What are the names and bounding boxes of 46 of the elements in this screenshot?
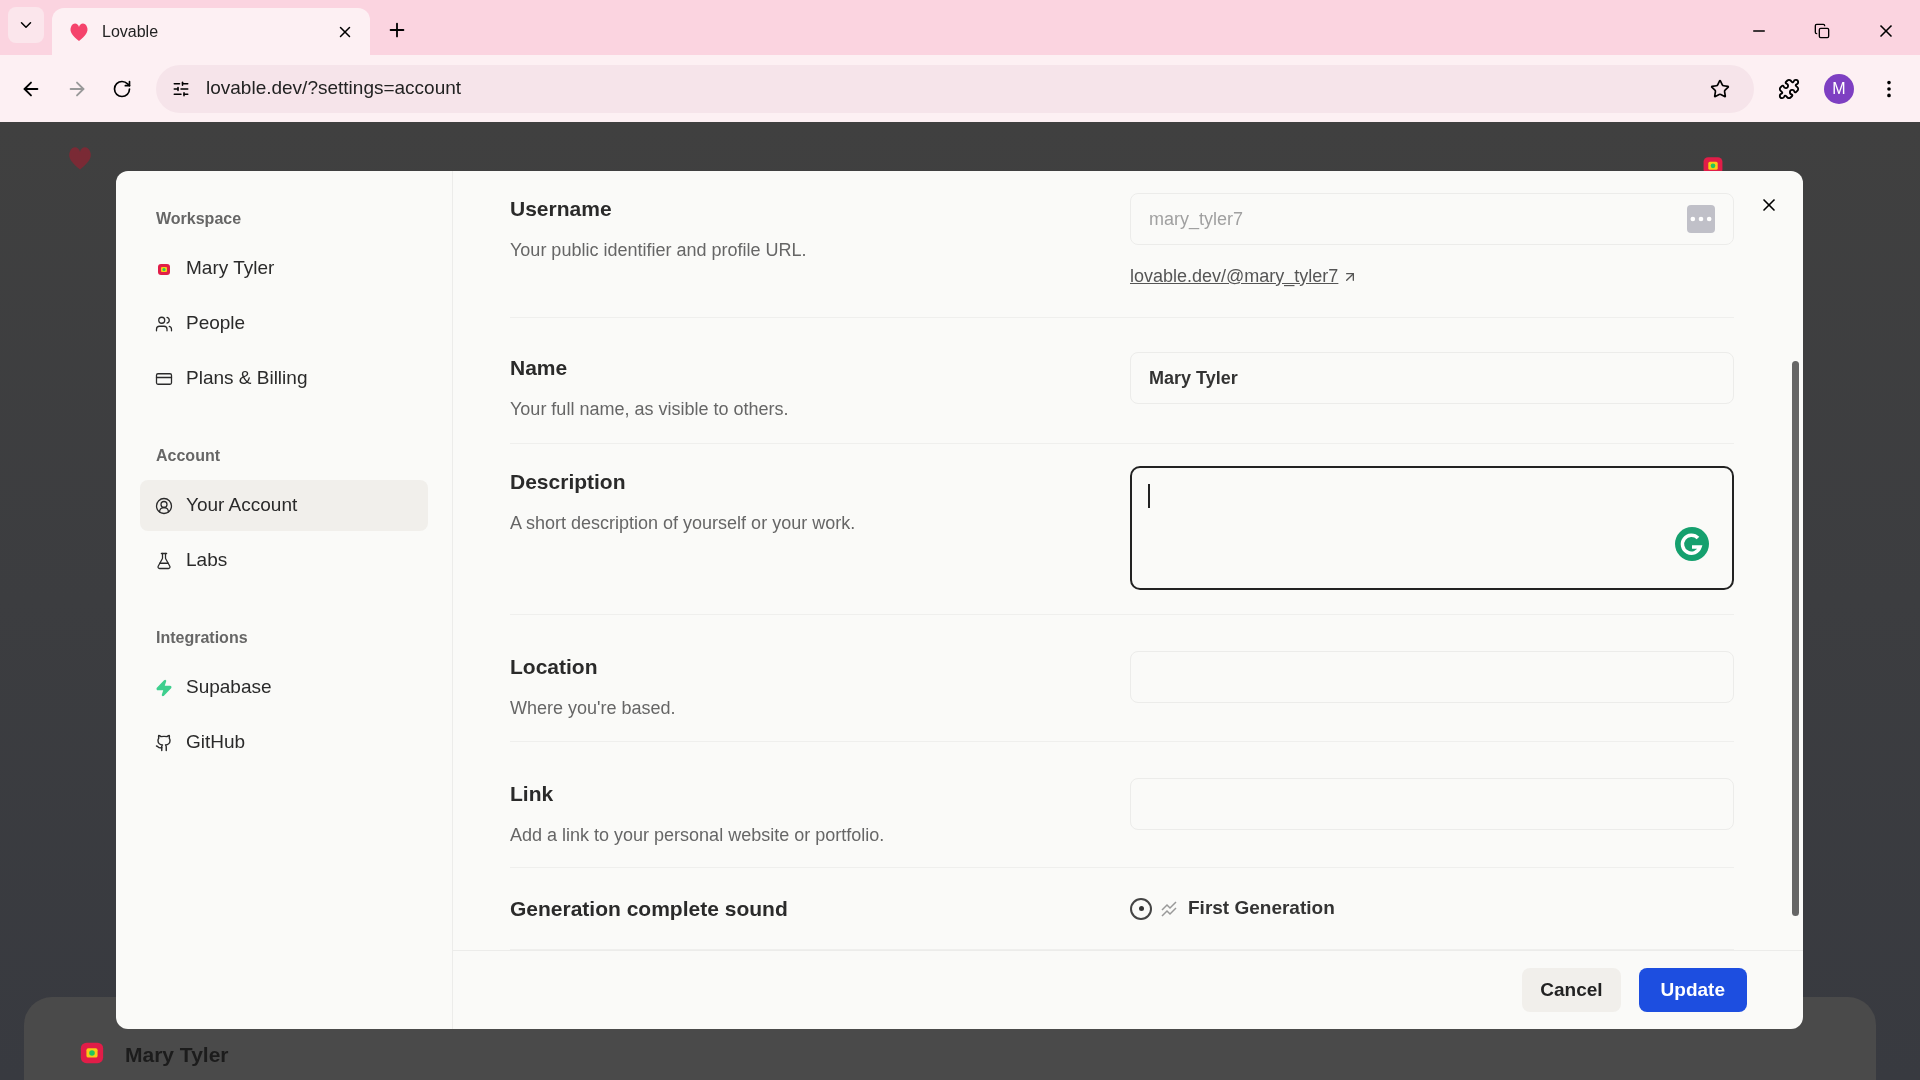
sidebar-item[interactable]: GitHub: [140, 717, 428, 768]
github-icon: [155, 733, 173, 752]
field-label: Username: [510, 196, 613, 222]
grammar-icon: [1674, 526, 1710, 562]
sidebar-item[interactable]: Mary Tyler: [140, 243, 428, 294]
wave-icon: [1160, 900, 1180, 917]
sidebar-item[interactable]: Supabase: [140, 662, 428, 713]
restore-icon[interactable]: [1814, 23, 1830, 39]
radio-label: First Generation: [1188, 896, 1335, 921]
section-heading: Account: [155, 446, 221, 466]
field-description: Your full name, as visible to others.: [510, 397, 790, 421]
address-bar[interactable]: lovable.dev/?settings=account: [156, 64, 1754, 113]
field-label: Description: [510, 469, 627, 495]
more-icon: [1687, 205, 1715, 233]
tab-title: Lovable: [102, 21, 160, 42]
field-label: Link: [510, 781, 555, 807]
bookmark-icon[interactable]: [1710, 78, 1730, 99]
sidebar-item[interactable]: Your Account: [140, 480, 428, 531]
heart-logo-icon: [66, 144, 94, 172]
people-icon: [155, 314, 173, 333]
field-description: Your public identifier and profile URL.: [510, 238, 808, 262]
extensions-icon[interactable]: [1778, 77, 1800, 100]
flask-icon: [155, 551, 173, 570]
field-description: A short description of yourself or your work.: [510, 511, 857, 535]
sidebar-item[interactable]: Labs: [140, 535, 428, 586]
section-heading: Integrations: [155, 628, 249, 648]
section-heading: Workspace: [155, 209, 243, 229]
text-field[interactable]: Mary Tyler: [1130, 352, 1734, 404]
radio-button[interactable]: [1130, 897, 1152, 920]
field-description: Add a link to your personal website or portfolio.: [510, 823, 886, 847]
update-button[interactable]: Update: [1638, 968, 1747, 1012]
reload-icon[interactable]: [112, 78, 132, 99]
sidebar-item[interactable]: People: [140, 298, 428, 349]
field-label: Name: [510, 355, 569, 381]
bolt-icon: [155, 678, 173, 697]
profile-avatar[interactable]: M: [1824, 73, 1854, 104]
field-label: Generation complete sound: [510, 895, 789, 922]
user-icon: [155, 496, 173, 515]
field-label: Location: [510, 654, 599, 680]
avatar-icon: [157, 261, 171, 276]
browser-tab[interactable]: Lovable: [52, 8, 370, 55]
cancel-button[interactable]: Cancel: [1522, 968, 1621, 1012]
site-info-icon[interactable]: [172, 79, 190, 98]
field-description: Where you're based.: [510, 696, 677, 720]
description-field[interactable]: [1130, 466, 1734, 590]
sidebar-item[interactable]: Plans & Billing: [140, 353, 428, 404]
